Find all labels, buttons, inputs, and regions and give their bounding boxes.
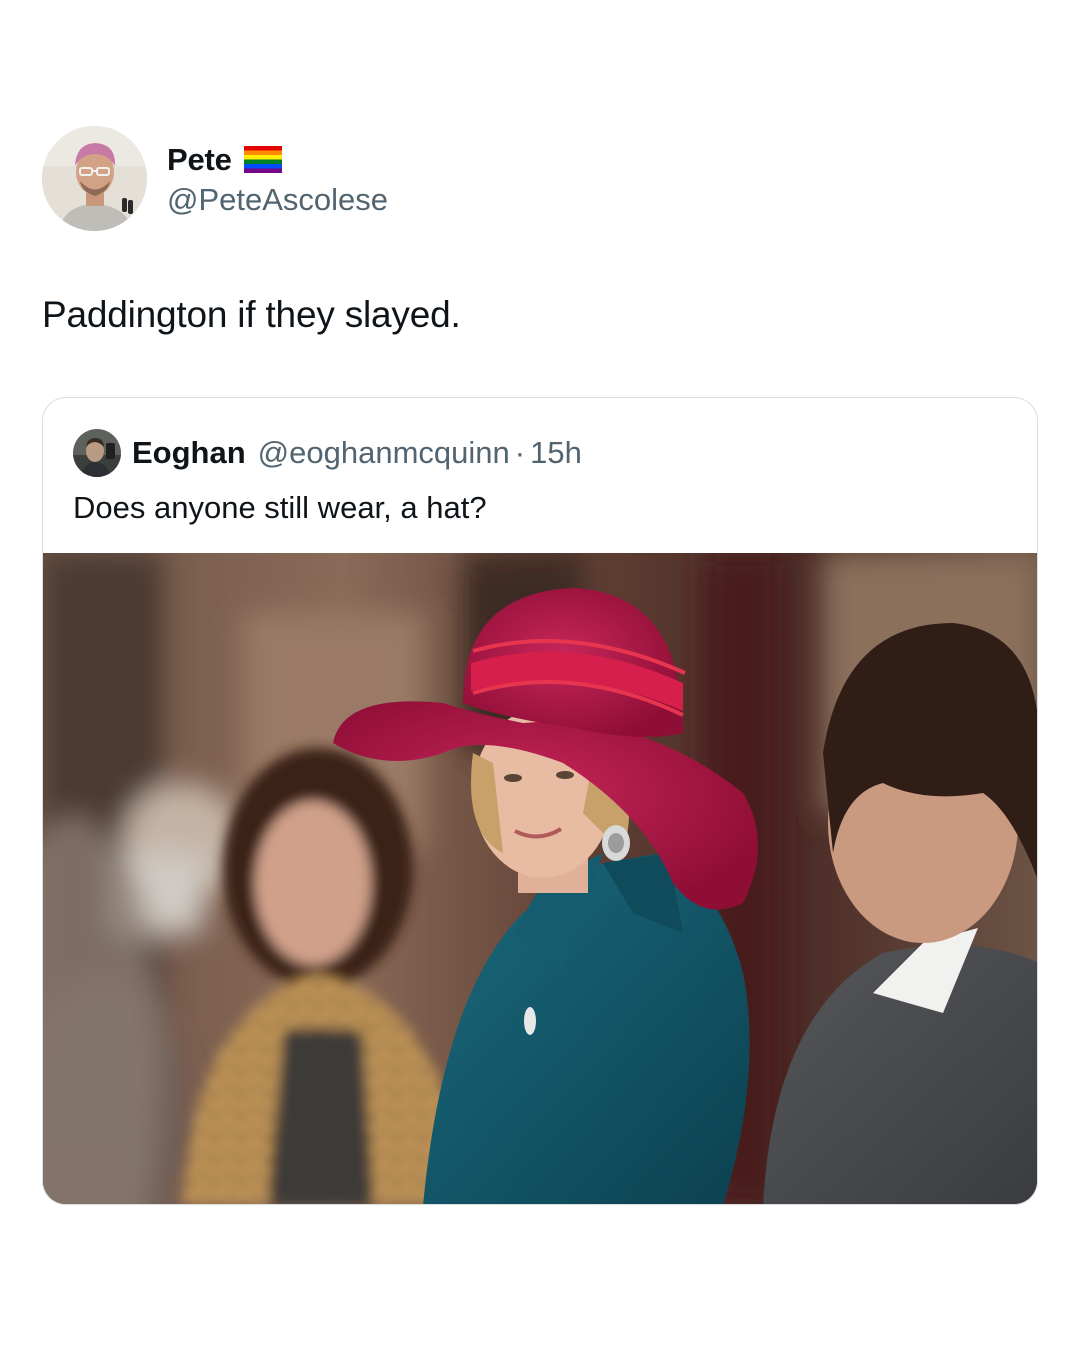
quoted-author-avatar-image <box>73 429 121 477</box>
quoted-separator-dot: · <box>514 435 526 470</box>
tweet-screenshot: Pete @PeteAscolese Paddington if they sl… <box>0 0 1080 1350</box>
author-avatar-image <box>42 126 147 231</box>
quoted-tweet-header: Eoghan @eoghanmcquinn · 15h <box>73 428 582 478</box>
photo-image <box>43 553 1037 1204</box>
quoted-tweet-photo[interactable] <box>43 553 1037 1204</box>
quoted-timestamp[interactable]: 15h <box>530 435 582 471</box>
rainbow-flag-icon <box>243 146 282 173</box>
quoted-author-handle[interactable]: @eoghanmcquinn <box>258 435 510 471</box>
quoted-author-avatar[interactable] <box>73 429 121 477</box>
quoted-tweet-text: Does anyone still wear, a hat? <box>73 490 487 525</box>
tweet-text: Paddington if they slayed. <box>42 294 461 335</box>
author-avatar[interactable] <box>42 126 147 231</box>
quoted-author-display-name[interactable]: Eoghan <box>132 435 246 471</box>
author-display-name[interactable]: Pete <box>167 142 232 178</box>
tweet-author: Pete @PeteAscolese <box>42 126 388 231</box>
quoted-tweet-card[interactable]: Eoghan @eoghanmcquinn · 15h Does anyone … <box>42 397 1038 1205</box>
author-names: Pete @PeteAscolese <box>167 140 388 218</box>
author-name-row: Pete <box>167 140 388 180</box>
author-handle[interactable]: @PeteAscolese <box>167 182 388 218</box>
